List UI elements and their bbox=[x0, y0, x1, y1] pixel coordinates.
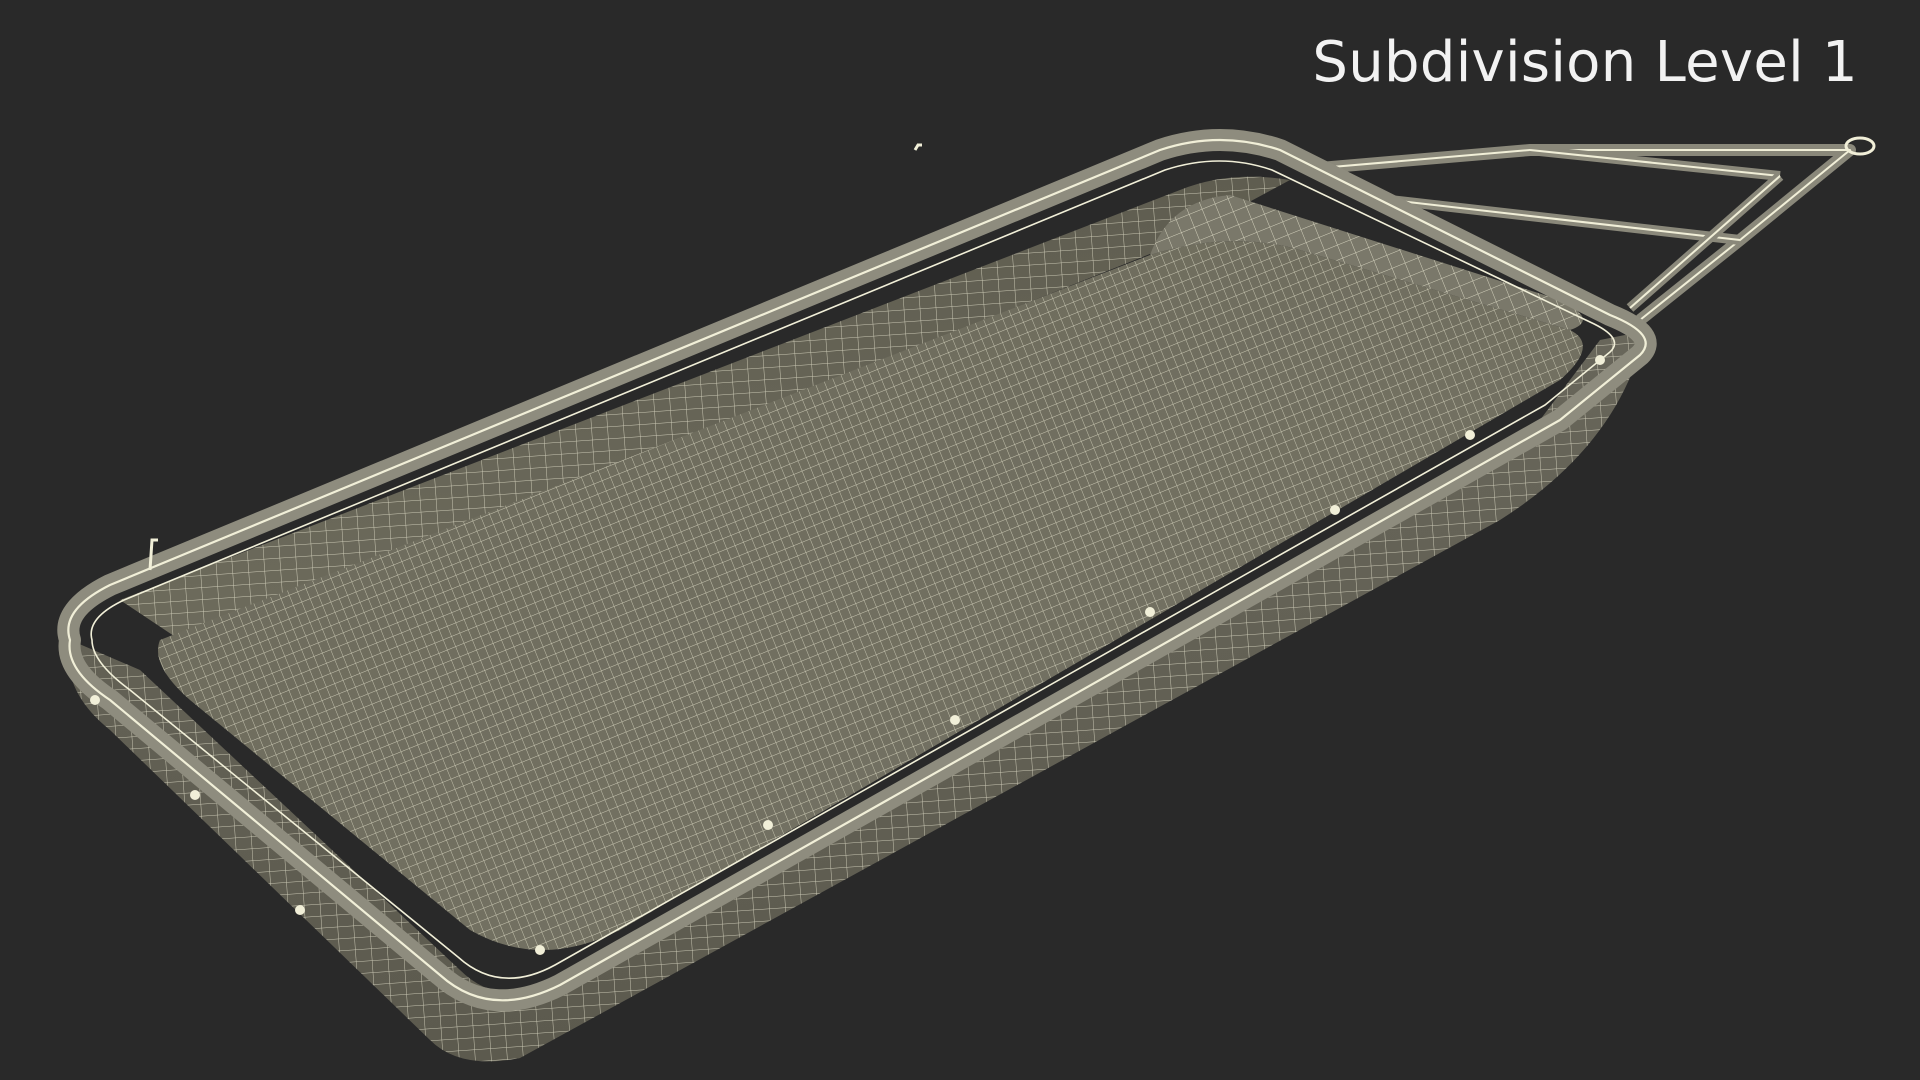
caption-label: Subdivision Level 1 bbox=[1312, 30, 1858, 95]
render-viewport: Subdivision Level 1 bbox=[0, 0, 1920, 1080]
sled-wireframe-render bbox=[57, 129, 1876, 1062]
